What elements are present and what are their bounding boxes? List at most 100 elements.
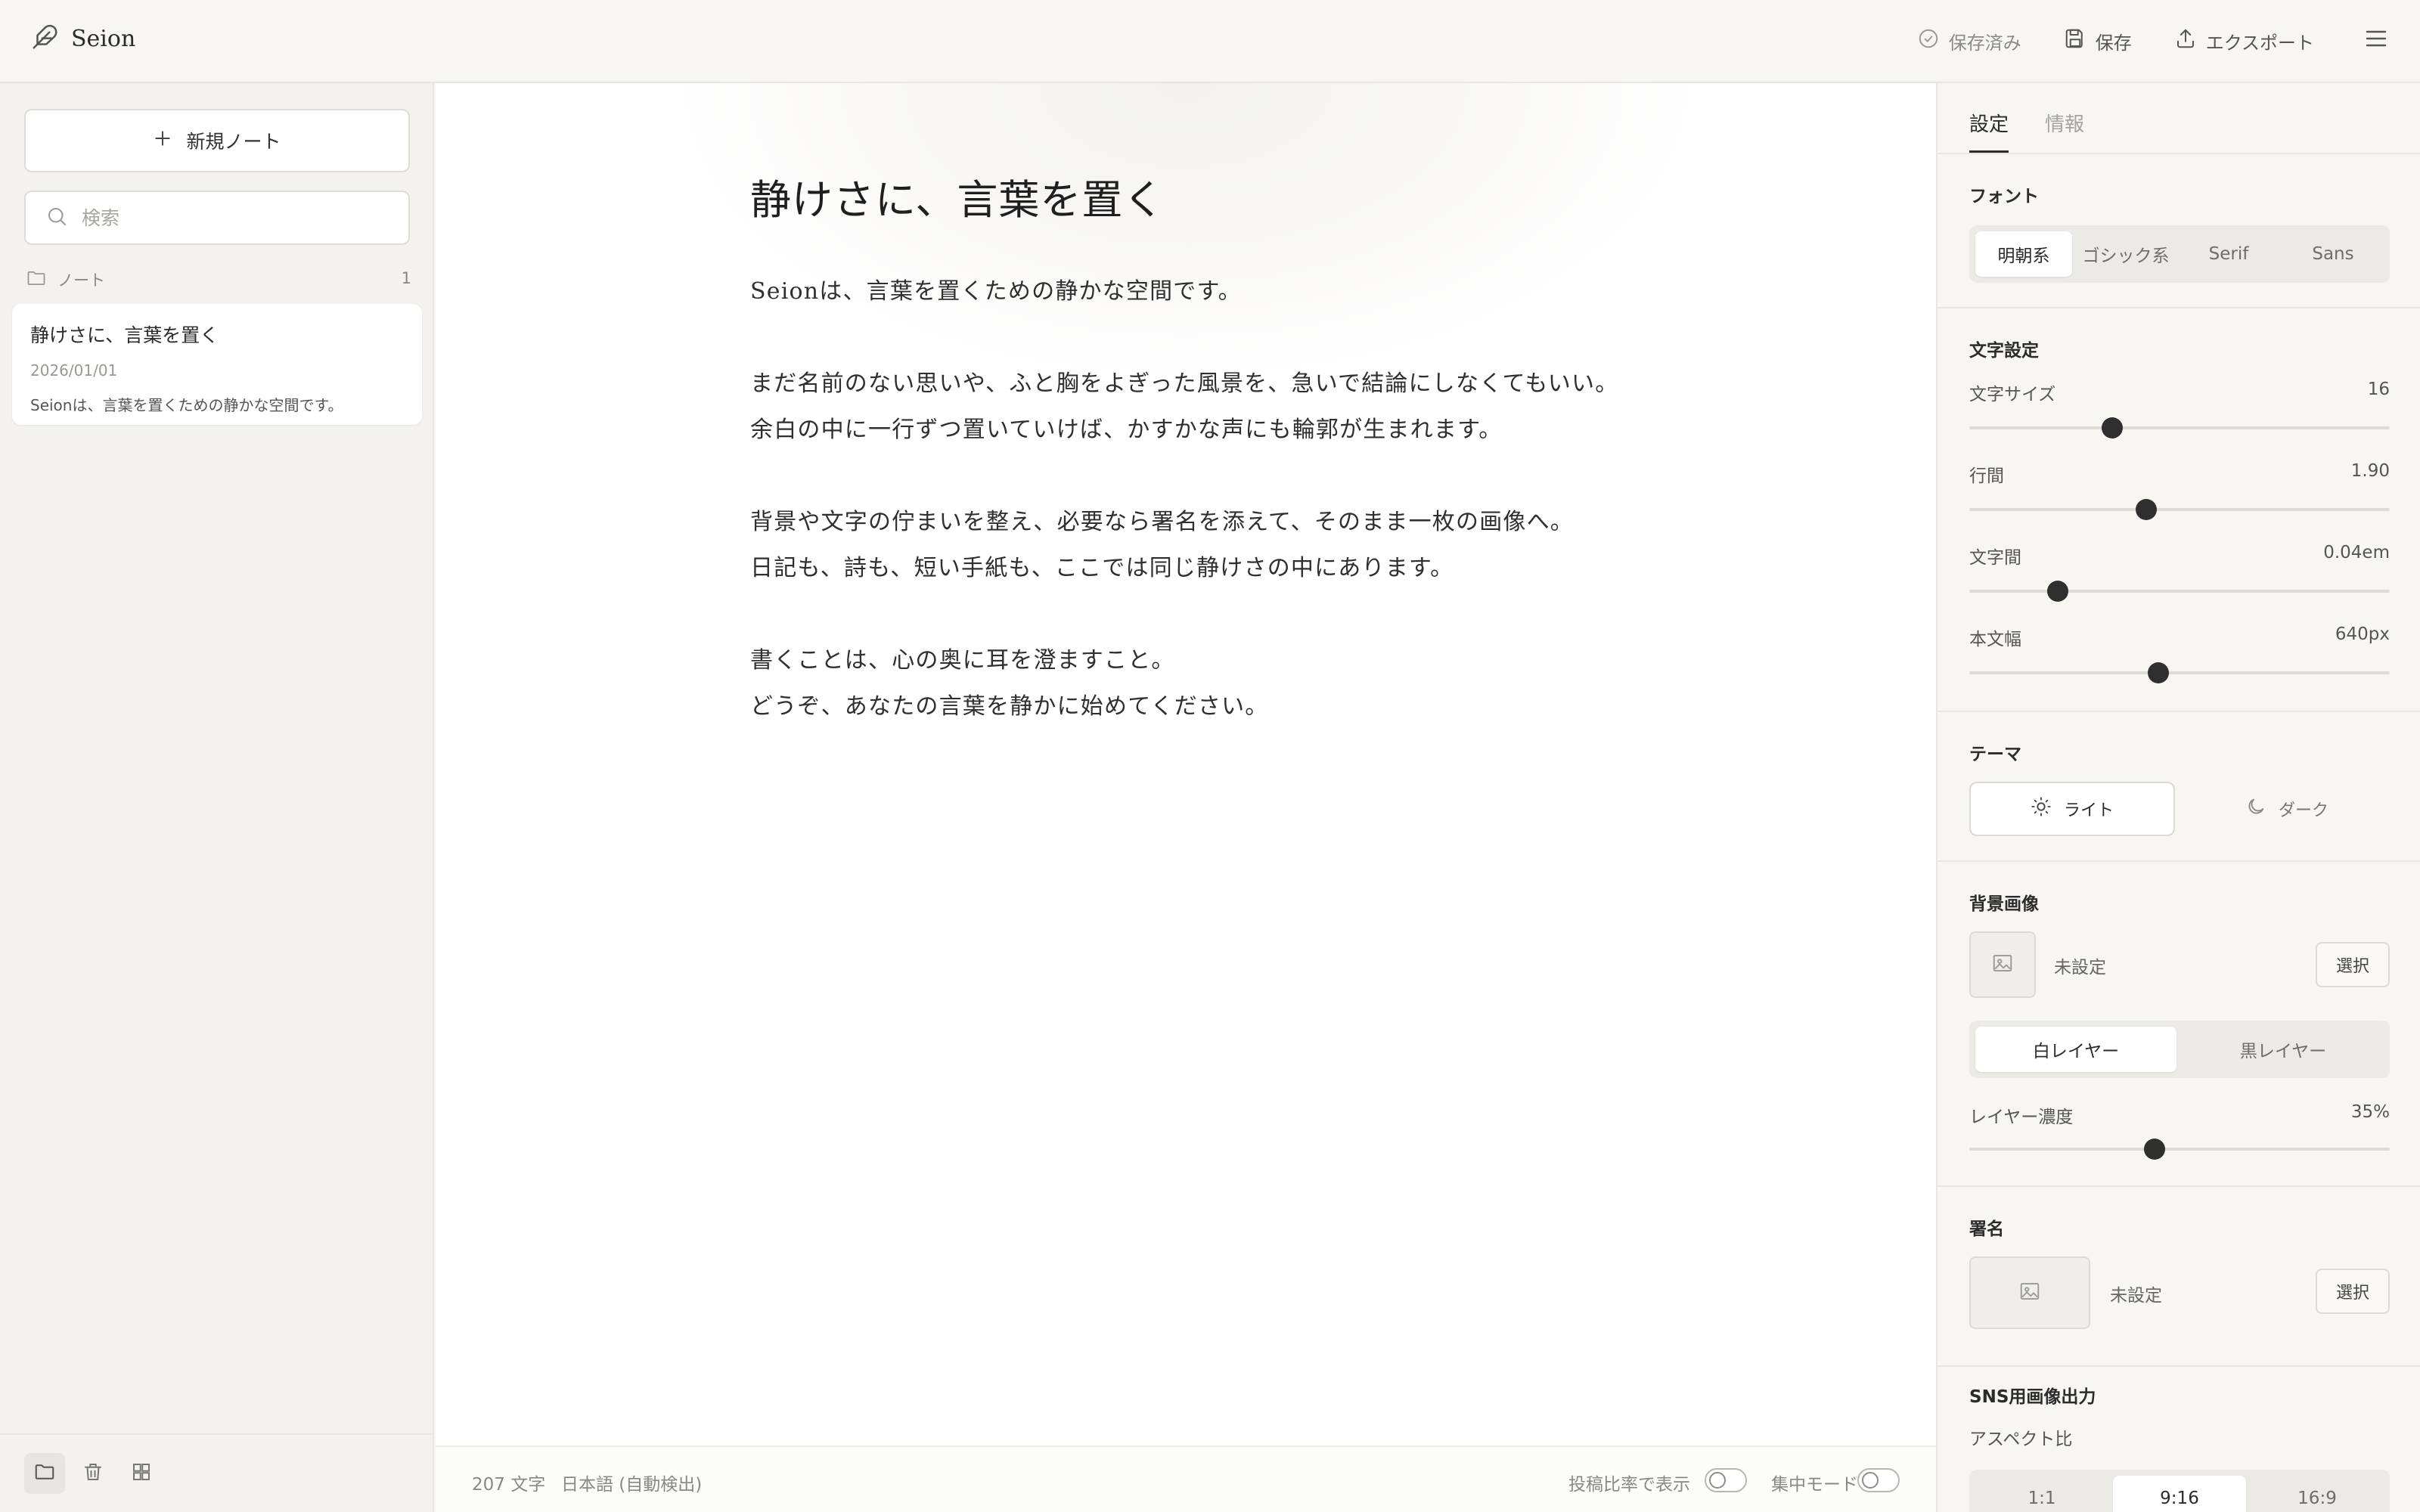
aspect-9-16-option[interactable]: 9:16 — [2113, 1476, 2246, 1512]
line-height-value: 1.90 — [2350, 461, 2390, 481]
folder-name: ノート — [57, 271, 105, 290]
layer-opacity-slider[interactable] — [1969, 1139, 2390, 1160]
document-paragraph[interactable]: 背景や文字の佇まいを整え、必要なら署名を添えて、そのまま一枚の画像へ。 日記も、… — [750, 499, 1658, 591]
letter-spacing-slider[interactable] — [1969, 581, 2390, 602]
text-settings-title: 文字設定 — [1969, 341, 2039, 361]
theme-selector: ライト ダーク — [1969, 782, 2390, 836]
font-section-title: フォント — [1969, 187, 2039, 206]
background-select-button[interactable]: 選択 — [2316, 942, 2390, 987]
font-option-serif[interactable]: Serif — [2180, 231, 2278, 277]
font-option-mincho[interactable]: 明朝系 — [1975, 231, 2072, 277]
save-button-label: 保存 — [2095, 32, 2132, 54]
slider-thumb[interactable] — [2102, 417, 2124, 438]
new-note-button[interactable]: 新規ノート — [24, 109, 410, 172]
tab-settings[interactable]: 設定 — [1969, 109, 2009, 153]
font-option-gothic[interactable]: ゴシック系 — [2077, 231, 2175, 277]
slider-thumb[interactable] — [2143, 1139, 2165, 1160]
layer-selector: 白レイヤー 黒レイヤー — [1969, 1021, 2390, 1078]
document-line: 余白の中に一行ずつ置いていけば、かすかな声にも輪郭が生まれます。 — [750, 417, 1503, 443]
letter-spacing-value: 0.04em — [2323, 543, 2390, 562]
document-title[interactable]: 静けさに、言葉を置く — [750, 166, 1658, 226]
document-paragraph[interactable]: Seionは、言葉を置くための静かな空間です。 — [750, 268, 1658, 314]
font-size-label: 文字サイズ — [1969, 385, 2056, 404]
export-button[interactable]: エクスポート — [2174, 20, 2314, 62]
ratio-toggle-label: 投稿比率で表示 — [1568, 1475, 1690, 1495]
signature-status: 未設定 — [2110, 1286, 2162, 1306]
char-count: 207 文字 — [472, 1475, 546, 1495]
aspect-1-1-option[interactable]: 1:1 — [1975, 1476, 2108, 1512]
signature-select-button[interactable]: 選択 — [2316, 1269, 2390, 1314]
line-height-slider[interactable] — [1969, 499, 2390, 520]
export-button-label: エクスポート — [2205, 32, 2314, 54]
slider-thumb[interactable] — [2046, 581, 2068, 602]
focus-mode-toggle[interactable] — [1857, 1468, 1900, 1492]
document-line: 日記も、詩も、短い手紙も、ここでは同じ静けさの中にあります。 — [750, 555, 1454, 581]
saved-status: 保存済み — [1917, 20, 2021, 62]
note-list-item[interactable]: 静けさに、言葉を置く 2026/01/01 Seionは、言葉を置くための静かな… — [12, 304, 422, 425]
sun-icon — [2031, 796, 2052, 822]
aspect-ratio-label: アスペクト比 — [1969, 1430, 2073, 1449]
theme-light-button[interactable]: ライト — [1969, 782, 2175, 836]
search-box — [24, 191, 410, 245]
grid-view-button[interactable] — [121, 1453, 162, 1494]
text-width-value: 640px — [2335, 624, 2390, 644]
folder-count: 1 — [401, 269, 411, 287]
aspect-16-9-option[interactable]: 16:9 — [2251, 1476, 2384, 1512]
plus-icon — [153, 129, 172, 153]
folder-notes[interactable]: ノート 1 — [26, 265, 411, 295]
status-bar: 207 文字 日本語 (自動検出) 投稿比率で表示 集中モード — [436, 1445, 1936, 1512]
document-line: どうぞ、あなたの言葉を静かに始めてください。 — [750, 693, 1269, 720]
font-selector: 明朝系 ゴシック系 Serif Sans — [1969, 225, 2390, 283]
notes-view-button[interactable] — [24, 1453, 65, 1494]
note-item-title: 静けさに、言葉を置く — [30, 324, 219, 346]
save-button[interactable]: 保存 — [2064, 20, 2132, 62]
font-size-value: 16 — [2367, 380, 2390, 399]
panel-tabs: 設定 情報 — [1969, 109, 2084, 153]
line-height-label: 行間 — [1969, 466, 2004, 486]
letter-spacing-label: 文字間 — [1969, 548, 2021, 568]
language-indicator: 日本語 (自動検出) — [561, 1475, 703, 1495]
signature-image-preview[interactable] — [1969, 1256, 2090, 1329]
tab-info[interactable]: 情報 — [2045, 109, 2084, 153]
app-header: Seion 保存済み 保存 エクスポート — [0, 0, 2420, 83]
text-width-slider[interactable] — [1969, 662, 2390, 683]
font-size-slider[interactable] — [1969, 417, 2390, 438]
note-item-excerpt: Seionは、言葉を置くための静かな空間です。 — [30, 396, 343, 414]
layer-black-option[interactable]: 黒レイヤー — [2183, 1027, 2384, 1072]
font-option-sans[interactable]: Sans — [2282, 231, 2384, 277]
feather-icon — [30, 23, 59, 54]
ratio-toggle[interactable] — [1705, 1468, 1747, 1492]
document-line: 書くことは、心の奥に耳を澄ますこと。 — [750, 647, 1175, 674]
editor-area: 静けさに、言葉を置く Seionは、言葉を置くための静かな空間です。 まだ名前の… — [436, 83, 1936, 1512]
document-line: 背景や文字の佇まいを整え、必要なら署名を添えて、そのまま一枚の画像へ。 — [750, 509, 1574, 535]
search-input[interactable] — [82, 206, 399, 229]
document[interactable]: 静けさに、言葉を置く Seionは、言葉を置くための静かな空間です。 まだ名前の… — [750, 166, 1658, 730]
layer-opacity-label: レイヤー濃度 — [1969, 1108, 2074, 1127]
saved-status-label: 保存済み — [1948, 32, 2021, 54]
document-line: Seionは、言葉を置くための静かな空間です。 — [750, 278, 1242, 305]
slider-thumb[interactable] — [2148, 662, 2170, 683]
save-icon — [2064, 27, 2086, 54]
menu-button[interactable] — [2363, 20, 2390, 62]
moon-icon — [2245, 796, 2266, 822]
hamburger-menu-icon — [2363, 25, 2390, 57]
layer-white-option[interactable]: 白レイヤー — [1975, 1027, 2176, 1072]
background-section-title: 背景画像 — [1969, 894, 2039, 914]
trash-view-button[interactable] — [73, 1453, 113, 1494]
aspect-ratio-selector: 1:1 9:16 16:9 — [1969, 1470, 2390, 1512]
grid-icon — [130, 1461, 153, 1486]
document-paragraph[interactable]: まだ名前のない思いや、ふと胸をよぎった風景を、急いで結論にしなくてもいい。 余白… — [750, 361, 1658, 453]
notes-sidebar: 新規ノート ノート 1 静けさに、言葉を置く 2026/01/01 Seionは… — [0, 83, 434, 1512]
background-image-preview[interactable] — [1969, 931, 2036, 998]
signature-section-title: 署名 — [1969, 1219, 2004, 1239]
app-brand[interactable]: Seion — [30, 23, 135, 54]
search-icon — [45, 205, 68, 231]
theme-section-title: テーマ — [1969, 745, 2021, 764]
focus-mode-label: 集中モード — [1771, 1475, 1858, 1495]
theme-dark-button[interactable]: ダーク — [2184, 782, 2390, 836]
upload-icon — [2174, 27, 2197, 54]
document-paragraph[interactable]: 書くことは、心の奥に耳を澄ますこと。 どうぞ、あなたの言葉を静かに始めてください… — [750, 637, 1658, 730]
app-name: Seion — [71, 25, 136, 52]
layer-opacity-value: 35% — [2350, 1102, 2390, 1122]
slider-thumb[interactable] — [2135, 499, 2157, 520]
